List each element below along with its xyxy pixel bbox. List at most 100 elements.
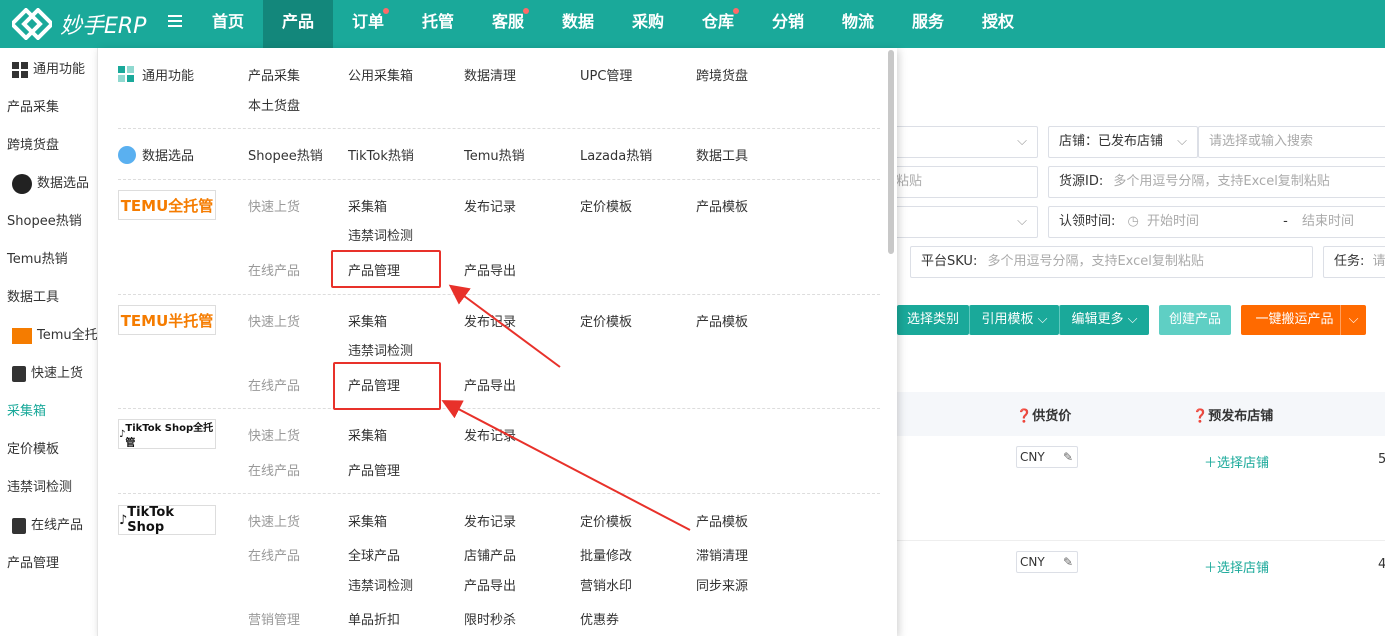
- pick-store-link[interactable]: ＋选择店铺: [1204, 557, 1269, 576]
- source-id-input[interactable]: 货源ID: 多个用逗号分隔，支持Excel复制粘贴: [1048, 166, 1385, 198]
- create-product-button[interactable]: 创建产品: [1159, 305, 1231, 335]
- link-publish-records[interactable]: 发布记录: [464, 196, 516, 215]
- sidebar-item[interactable]: 数据选品: [12, 172, 89, 194]
- link-product-template[interactable]: 产品模板: [696, 311, 748, 330]
- link-store-products[interactable]: 店铺产品: [464, 545, 516, 564]
- link-collect-box[interactable]: 采集箱: [348, 425, 387, 444]
- pick-store-label: 选择店铺: [1217, 456, 1270, 471]
- link-banned-word-check[interactable]: 违禁词检测: [348, 575, 413, 594]
- dropdown-scrollbar[interactable]: [888, 50, 894, 254]
- nav-item[interactable]: 分销: [753, 0, 823, 48]
- question-icon: ❓: [1192, 409, 1209, 424]
- link-shopee-hot[interactable]: Shopee热销: [248, 145, 323, 164]
- source-id-placeholder: 多个用逗号分隔，支持Excel复制粘贴: [1113, 174, 1330, 189]
- nav-item[interactable]: 数据: [543, 0, 613, 48]
- sidebar-item[interactable]: 采集箱: [7, 400, 46, 419]
- nav-item[interactable]: 订单: [333, 0, 403, 48]
- link-batch-edit[interactable]: 批量修改: [580, 545, 632, 564]
- link-product-template[interactable]: 产品模板: [696, 196, 748, 215]
- secondary-select[interactable]: ⌵: [880, 206, 1038, 238]
- store-search-input[interactable]: 请选择或输入搜索: [1198, 126, 1385, 158]
- platform-sku-input[interactable]: 平台SKU: 多个用逗号分隔，支持Excel复制粘贴: [910, 246, 1313, 278]
- select-category-button[interactable]: 选择类别: [897, 305, 969, 335]
- edit-more-button[interactable]: 编辑更多 ⌵: [1059, 305, 1149, 335]
- nav-item[interactable]: 仓库: [683, 0, 753, 48]
- sidebar-item[interactable]: Temu全托: [12, 324, 98, 344]
- link-product-management[interactable]: 产品管理: [348, 460, 400, 479]
- currency-field[interactable]: CNY ✎: [1016, 446, 1078, 468]
- sidebar-item[interactable]: 跨境货盘: [7, 134, 59, 153]
- link-banned-word-check[interactable]: 违禁词检测: [348, 340, 413, 359]
- sidebar-item[interactable]: 违禁词检测: [7, 476, 72, 495]
- link-tiktok-hot[interactable]: TikTok热销: [348, 145, 414, 164]
- link-pricing-template[interactable]: 定价模板: [580, 311, 632, 330]
- menu-toggle-icon[interactable]: [168, 12, 188, 32]
- link-local-pool[interactable]: 本土货盘: [248, 95, 300, 114]
- sidebar-item[interactable]: 数据工具: [7, 286, 59, 305]
- apply-template-button[interactable]: 引用模板 ⌵: [969, 305, 1059, 335]
- link-pricing-template[interactable]: 定价模板: [580, 196, 632, 215]
- logo[interactable]: 妙手ERP: [12, 6, 146, 42]
- sidebar-item[interactable]: 快速上货: [12, 362, 83, 382]
- link-publish-records[interactable]: 发布记录: [464, 311, 516, 330]
- nav-item[interactable]: 物流: [823, 0, 893, 48]
- link-slow-moving-cleanup[interactable]: 滞销清理: [696, 545, 748, 564]
- nav-item[interactable]: 采购: [613, 0, 683, 48]
- link-coupon[interactable]: 优惠券: [580, 609, 619, 628]
- currency-field[interactable]: CNY ✎: [1016, 551, 1078, 573]
- link-data-tools[interactable]: 数据工具: [696, 145, 748, 164]
- category-select[interactable]: ⌵: [880, 126, 1038, 158]
- sidebar-item[interactable]: Temu热销: [7, 248, 68, 267]
- sidebar-item[interactable]: Shopee热销: [7, 210, 82, 229]
- store-select[interactable]: 店铺：已发布店铺 ⌵: [1048, 126, 1198, 158]
- sidebar-item[interactable]: 产品管理: [7, 552, 59, 571]
- sidebar-item[interactable]: 在线产品: [12, 514, 83, 534]
- link-flash-sale[interactable]: 限时秒杀: [464, 609, 516, 628]
- platform-sku-placeholder: 多个用逗号分隔，支持Excel复制粘贴: [987, 254, 1204, 269]
- nav-item[interactable]: 产品: [263, 0, 333, 48]
- data-category: 数据选品: [118, 145, 194, 164]
- link-lazada-hot[interactable]: Lazada热销: [580, 145, 652, 164]
- link-product-export[interactable]: 产品导出: [464, 260, 516, 279]
- link-product-export[interactable]: 产品导出: [464, 575, 516, 594]
- link-publish-records[interactable]: 发布记录: [464, 511, 516, 530]
- link-marketing-watermark[interactable]: 营销水印: [580, 575, 632, 594]
- link-publish-records[interactable]: 发布记录: [464, 425, 516, 444]
- nav-item[interactable]: 客服: [473, 0, 543, 48]
- link-cross-border-pool[interactable]: 跨境货盘: [696, 65, 748, 84]
- online-products-label: 在线产品: [248, 464, 301, 479]
- link-collect-box[interactable]: 采集箱: [348, 511, 387, 530]
- edit-pencil-icon[interactable]: ✎: [1063, 552, 1073, 572]
- link-sync-source[interactable]: 同步来源: [696, 575, 748, 594]
- link-pricing-template[interactable]: 定价模板: [580, 511, 632, 530]
- tiktok-full-brand-text: TikTok Shop全托管: [125, 423, 214, 449]
- link-upc-manage[interactable]: UPC管理: [580, 65, 632, 84]
- claim-time-range[interactable]: 认领时间: ◷ 开始时间 - 结束时间: [1048, 206, 1385, 238]
- task-select[interactable]: 任务: 请: [1323, 246, 1385, 278]
- chevron-down-icon[interactable]: ⌵: [1340, 305, 1366, 335]
- nav-item[interactable]: 托管: [403, 0, 473, 48]
- paste-input[interactable]: 粘贴: [880, 166, 1038, 198]
- sidebar-item-label: 数据工具: [7, 290, 60, 305]
- edit-pencil-icon[interactable]: ✎: [1063, 447, 1073, 467]
- link-collect-box[interactable]: 采集箱: [348, 311, 387, 330]
- link-single-discount[interactable]: 单品折扣: [348, 609, 400, 628]
- link-global-products[interactable]: 全球产品: [348, 545, 400, 564]
- one-click-move-button[interactable]: 一键搬运产品 ⌵: [1241, 305, 1366, 335]
- nav-item[interactable]: 首页: [193, 0, 263, 48]
- nav-item[interactable]: 授权: [963, 0, 1033, 48]
- link-product-export[interactable]: 产品导出: [464, 375, 516, 394]
- link-banned-word-check[interactable]: 违禁词检测: [348, 225, 413, 244]
- link-temu-hot[interactable]: Temu热销: [464, 145, 525, 164]
- link-product-template[interactable]: 产品模板: [696, 511, 748, 530]
- sidebar-item[interactable]: 定价模板: [7, 438, 59, 457]
- link-collect-box[interactable]: 采集箱: [348, 196, 387, 215]
- link-product-collect[interactable]: 产品采集: [248, 65, 300, 84]
- sidebar: 通用功能产品采集跨境货盘数据选品 Shopee热销 Temu热销数据工具 Temu全托…: [0, 48, 98, 636]
- sidebar-item[interactable]: 产品采集: [7, 96, 59, 115]
- pick-store-link[interactable]: ＋选择店铺: [1204, 452, 1269, 471]
- sidebar-item[interactable]: 通用功能: [12, 58, 85, 78]
- link-public-collect-box[interactable]: 公用采集箱: [348, 65, 413, 84]
- nav-item[interactable]: 服务: [893, 0, 963, 48]
- link-data-cleanup[interactable]: 数据清理: [464, 65, 516, 84]
